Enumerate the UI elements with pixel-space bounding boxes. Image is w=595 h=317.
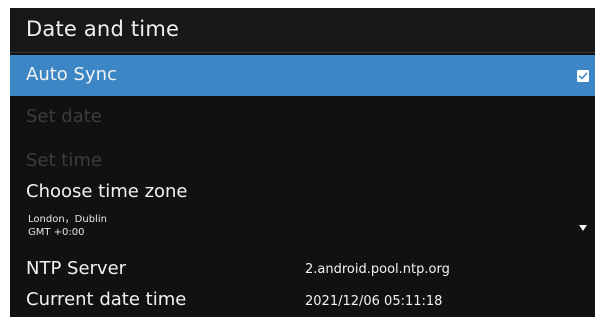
auto-sync-label: Auto Sync (26, 64, 117, 85)
set-time-row[interactable]: Set time (10, 141, 595, 184)
time-zone-offset: GMT +0:00 (28, 227, 85, 238)
page-title: Date and time (26, 17, 180, 41)
auto-sync-row[interactable]: Auto Sync (10, 55, 595, 96)
current-datetime-row[interactable]: Current date time 2021/12/06 05:11:18 (10, 287, 595, 317)
time-zone-label: Choose time zone (26, 181, 188, 202)
set-time-label: Set time (26, 150, 102, 171)
dropdown-arrow-icon[interactable] (579, 225, 587, 231)
set-date-row[interactable]: Set date (10, 96, 595, 141)
ntp-server-row[interactable]: NTP Server 2.android.pool.ntp.org (10, 256, 595, 287)
time-zone-city: London，Dublin (28, 214, 107, 225)
ntp-server-value: 2.android.pool.ntp.org (305, 262, 450, 277)
checkbox-checked-icon[interactable] (577, 70, 589, 82)
time-zone-row[interactable]: Choose time zone London，Dublin GMT +0:00 (10, 181, 595, 256)
title-divider (10, 52, 595, 53)
ntp-server-label: NTP Server (26, 258, 127, 279)
date-time-settings-panel: Date and time Auto Sync Set date Set tim… (10, 8, 595, 317)
set-date-label: Set date (26, 106, 102, 127)
current-datetime-label: Current date time (26, 289, 187, 310)
title-bar: Date and time (10, 8, 595, 52)
current-datetime-value: 2021/12/06 05:11:18 (305, 294, 443, 309)
